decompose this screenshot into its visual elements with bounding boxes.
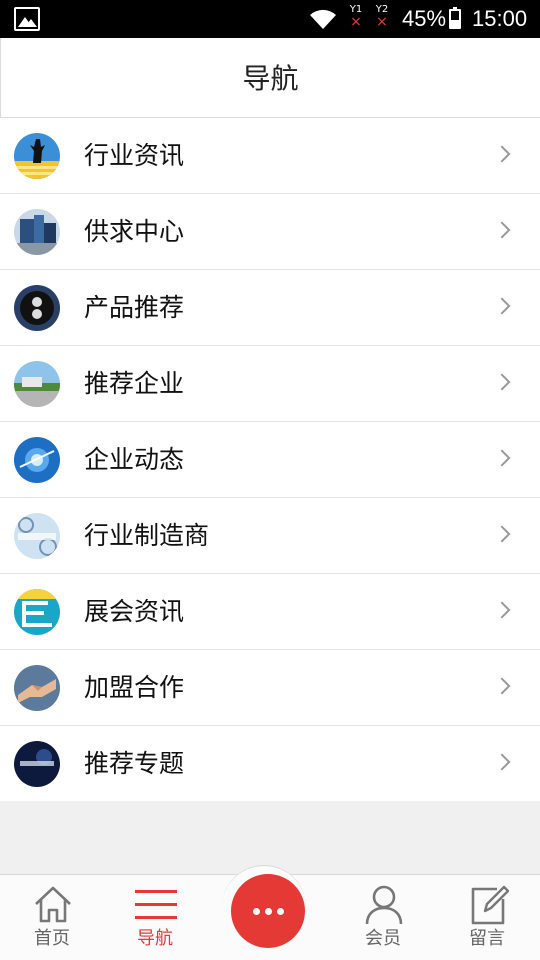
- bottom-tab-bar: 首页 导航 会员 留言: [0, 865, 540, 960]
- status-clock: 15:00: [472, 6, 528, 31]
- nav-item-label: 加盟合作: [84, 673, 185, 702]
- home-icon: [35, 886, 71, 923]
- nav-item-label: 供求中心: [84, 217, 185, 246]
- wifi-icon: [310, 9, 336, 29]
- recommended-company-thumb: [14, 361, 60, 407]
- tab-message[interactable]: 留言: [437, 875, 537, 960]
- nav-item-label: 展会资讯: [84, 597, 185, 626]
- tab-member-label: 会员: [365, 928, 401, 949]
- chevron-right-icon: [493, 373, 511, 391]
- nav-item-supply-demand[interactable]: 供求中心: [0, 194, 540, 270]
- nav-item-industry-news[interactable]: 行业资讯: [0, 118, 540, 194]
- sim2-no-signal-icon: Y2 ×: [375, 4, 389, 30]
- product-recommend-thumb: [14, 285, 60, 331]
- more-dot-icon: [265, 908, 272, 915]
- battery-percent: 45%: [402, 6, 447, 31]
- nav-item-label: 企业动态: [84, 445, 185, 474]
- more-dot-icon: [253, 908, 260, 915]
- exhibition-thumb: [14, 589, 60, 635]
- nav-item-label: 行业资讯: [84, 141, 185, 170]
- page-title: 导航: [242, 62, 299, 95]
- industry-news-thumb: [14, 133, 60, 179]
- chevron-right-icon: [493, 221, 511, 239]
- chevron-right-icon: [493, 753, 511, 771]
- chevron-right-icon: [493, 677, 511, 695]
- nav-item-featured-topic[interactable]: 推荐专题: [0, 726, 540, 801]
- nav-list: 行业资讯 供求中心 产品推荐 推荐企业 企业动态 行业制造商 展会资讯 加盟合作…: [0, 118, 540, 801]
- manufacturer-thumb: [14, 513, 60, 559]
- chevron-right-icon: [493, 297, 511, 315]
- chevron-right-icon: [493, 145, 511, 163]
- nav-item-company-news[interactable]: 企业动态: [0, 422, 540, 498]
- chevron-right-icon: [493, 601, 511, 619]
- user-icon: [365, 885, 403, 925]
- tab-message-label: 留言: [469, 928, 505, 949]
- supply-demand-thumb: [14, 209, 60, 255]
- sim1-no-signal-icon: Y1 ×: [349, 4, 363, 30]
- gallery-notification-icon: [14, 7, 40, 31]
- nav-item-label: 产品推荐: [84, 293, 185, 322]
- battery-icon: [449, 7, 461, 29]
- nav-item-partnership[interactable]: 加盟合作: [0, 650, 540, 726]
- menu-icon: [135, 890, 177, 919]
- partnership-thumb: [14, 665, 60, 711]
- tab-nav-label: 导航: [137, 928, 173, 949]
- page-header: 导航: [0, 38, 540, 118]
- tab-nav[interactable]: 导航: [105, 875, 205, 960]
- nav-item-label: 推荐专题: [84, 749, 185, 778]
- more-dot-icon: [277, 908, 284, 915]
- nav-item-recommended-company[interactable]: 推荐企业: [0, 346, 540, 422]
- nav-item-label: 行业制造商: [84, 521, 210, 550]
- tab-home[interactable]: 首页: [2, 875, 102, 960]
- nav-item-product-recommend[interactable]: 产品推荐: [0, 270, 540, 346]
- tab-member[interactable]: 会员: [333, 875, 433, 960]
- chevron-right-icon: [493, 449, 511, 467]
- nav-item-exhibition[interactable]: 展会资讯: [0, 574, 540, 650]
- nav-item-manufacturer[interactable]: 行业制造商: [0, 498, 540, 574]
- tab-home-label: 首页: [34, 928, 70, 949]
- chevron-right-icon: [493, 525, 511, 543]
- company-news-thumb: [14, 437, 60, 483]
- featured-topic-thumb: [14, 741, 60, 787]
- nav-item-label: 推荐企业: [84, 369, 185, 398]
- edit-icon: [471, 885, 509, 925]
- status-bar: Y1 × Y2 × 45% 15:00: [0, 0, 540, 38]
- more-button[interactable]: [231, 874, 305, 948]
